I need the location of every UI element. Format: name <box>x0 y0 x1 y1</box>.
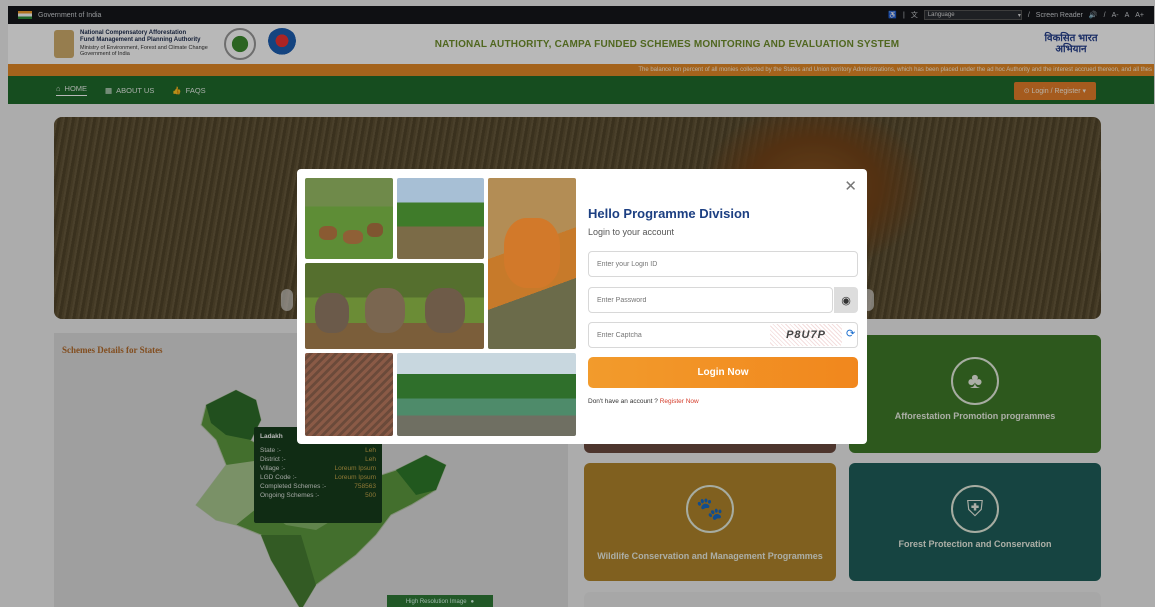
captcha-image: P8U7P <box>770 324 842 346</box>
login-modal: ✕ Hello Programme Division Login to your… <box>297 169 867 444</box>
page: Government of India ♿ | 文 Language ▾ / Sc… <box>0 0 1155 607</box>
modal-heading: Hello Programme Division <box>588 206 750 221</box>
password-input[interactable] <box>588 287 833 313</box>
register-prompt: Don't have an account ? Register Now <box>588 398 699 405</box>
plantation-photo <box>397 178 484 259</box>
register-now-link[interactable]: Register Now <box>660 398 699 405</box>
refresh-icon[interactable]: ⟳ <box>846 327 855 340</box>
elephants-photo <box>305 263 484 349</box>
check-dam-photo <box>397 353 576 436</box>
trenches-photo <box>305 353 393 436</box>
close-icon[interactable]: ✕ <box>844 177 857 195</box>
modal-subheading: Login to your account <box>588 227 675 237</box>
login-now-button[interactable]: Login Now <box>588 357 858 388</box>
tiger-photo <box>488 178 576 349</box>
eye-icon[interactable]: ◉ <box>834 287 858 313</box>
deer-photo <box>305 178 393 259</box>
login-id-input[interactable] <box>588 251 858 277</box>
